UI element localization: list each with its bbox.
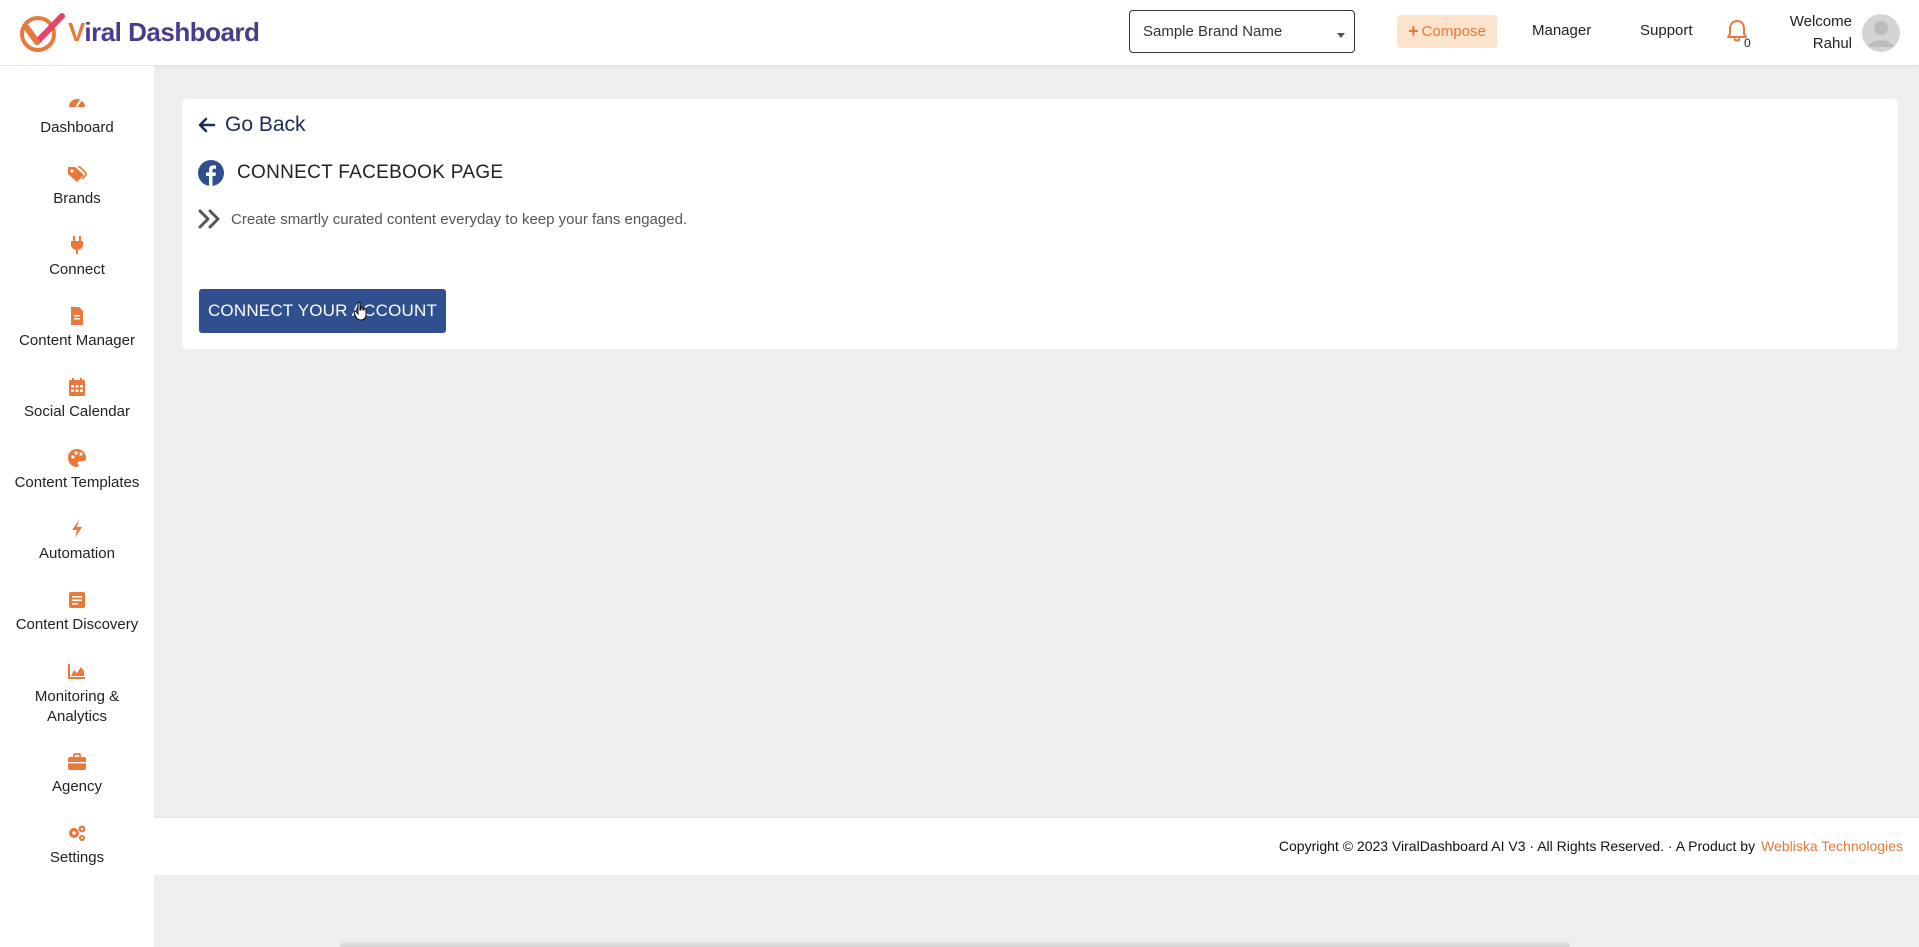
- sidebar-item-content-templates[interactable]: Content Templates: [0, 448, 154, 491]
- logo[interactable]: Viral Dashboard: [18, 12, 260, 52]
- sidebar-item-social-calendar[interactable]: Social Calendar: [0, 377, 154, 420]
- description-text: Create smartly curated content everyday …: [231, 210, 688, 228]
- sidebar-item-connect[interactable]: Connect: [0, 235, 154, 278]
- copyright-text: Copyright © 2023 ViralDashboard AI V3 · …: [1278, 838, 1756, 854]
- welcome-text: Welcome Rahul: [1770, 11, 1852, 55]
- sidebar-item-content-discovery[interactable]: Content Discovery: [0, 590, 154, 633]
- sidebar-item-dashboard[interactable]: Dashboard: [0, 93, 154, 136]
- company-link[interactable]: Webliska Technologies: [1761, 838, 1903, 854]
- go-back-label: Go Back: [225, 113, 306, 136]
- sidebar-item-label: Content Manager: [19, 332, 135, 349]
- user-name: Rahul: [1812, 35, 1852, 52]
- sidebar-item-label: Content Discovery: [15, 616, 139, 633]
- document-icon: [69, 592, 85, 608]
- description-row: Create smartly curated content everyday …: [198, 209, 687, 229]
- tags-icon: [68, 166, 87, 182]
- gears-icon: [69, 825, 86, 841]
- hand-cursor-icon: [353, 301, 367, 321]
- support-link[interactable]: Support: [1640, 22, 1693, 39]
- sidebar-item-settings[interactable]: Settings: [0, 823, 154, 866]
- avatar[interactable]: [1862, 14, 1900, 52]
- sidebar: Dashboard Brands Connect Content Manager…: [0, 66, 154, 947]
- sidebar-item-label: Settings: [49, 849, 105, 866]
- go-back-link[interactable]: Go Back: [198, 113, 306, 137]
- sidebar-item-agency[interactable]: Agency: [0, 752, 154, 795]
- bottom-shadow: [340, 940, 1570, 947]
- manager-link[interactable]: Manager: [1532, 22, 1591, 39]
- logo-mark-icon: [20, 13, 65, 52]
- chevron-down-icon: [1337, 33, 1345, 38]
- footer-text: Copyright © 2023 ViralDashboard AI V3 · …: [1279, 838, 1903, 854]
- briefcase-icon: [68, 753, 86, 770]
- plug-icon: [71, 236, 83, 254]
- connect-account-button[interactable]: CONNECT YOUR ACCOUNT: [199, 289, 446, 333]
- sidebar-item-label: Dashboard: [40, 119, 114, 136]
- palette-icon: [68, 449, 86, 467]
- notification-count: 0: [1744, 36, 1751, 50]
- sidebar-item-label: Brands: [53, 190, 101, 207]
- logo-text-rest: iral Dashboard: [84, 16, 260, 47]
- sidebar-item-label: Social Calendar: [24, 403, 130, 420]
- sidebar-item-brands[interactable]: Brands: [0, 164, 154, 207]
- sidebar-item-content-manager[interactable]: Content Manager: [0, 306, 154, 349]
- sidebar-item-label: Automation: [39, 545, 115, 562]
- welcome-line: Welcome: [1789, 13, 1852, 30]
- page-title: CONNECT FACEBOOK PAGE: [237, 162, 504, 183]
- sidebar-item-label: Agency: [51, 778, 103, 795]
- bolt-icon: [72, 520, 82, 538]
- brand-select[interactable]: Sample Brand Name: [1129, 10, 1355, 53]
- facebook-icon: [198, 160, 224, 186]
- file-icon: [71, 307, 83, 325]
- double-chevron-right-icon: [198, 209, 220, 229]
- sidebar-item-label: Monitoring & Analytics: [34, 688, 120, 725]
- logo-text-v: V: [68, 16, 85, 47]
- arrow-left-icon: [198, 117, 216, 133]
- sidebar-item-label: Content Templates: [14, 474, 140, 491]
- area-chart-icon: [68, 664, 85, 679]
- top-header: Viral Dashboard Sample Brand Name + Comp…: [0, 0, 1919, 66]
- footer: Copyright © 2023 ViralDashboard AI V3 · …: [154, 817, 1919, 875]
- sidebar-item-monitoring-analytics[interactable]: Monitoring & Analytics: [0, 661, 154, 727]
- calendar-icon: [69, 378, 85, 396]
- brand-select-value: Sample Brand Name: [1143, 23, 1283, 40]
- compose-label: Compose: [1421, 23, 1486, 40]
- compose-button[interactable]: + Compose: [1397, 15, 1497, 48]
- gauge-icon: [69, 99, 85, 107]
- sidebar-item-label: Connect: [49, 261, 105, 278]
- plus-icon: +: [1408, 21, 1419, 41]
- sidebar-item-automation[interactable]: Automation: [0, 519, 154, 562]
- page-title-row: CONNECT FACEBOOK PAGE: [198, 160, 503, 186]
- logo-text: Viral Dashboard: [68, 16, 260, 48]
